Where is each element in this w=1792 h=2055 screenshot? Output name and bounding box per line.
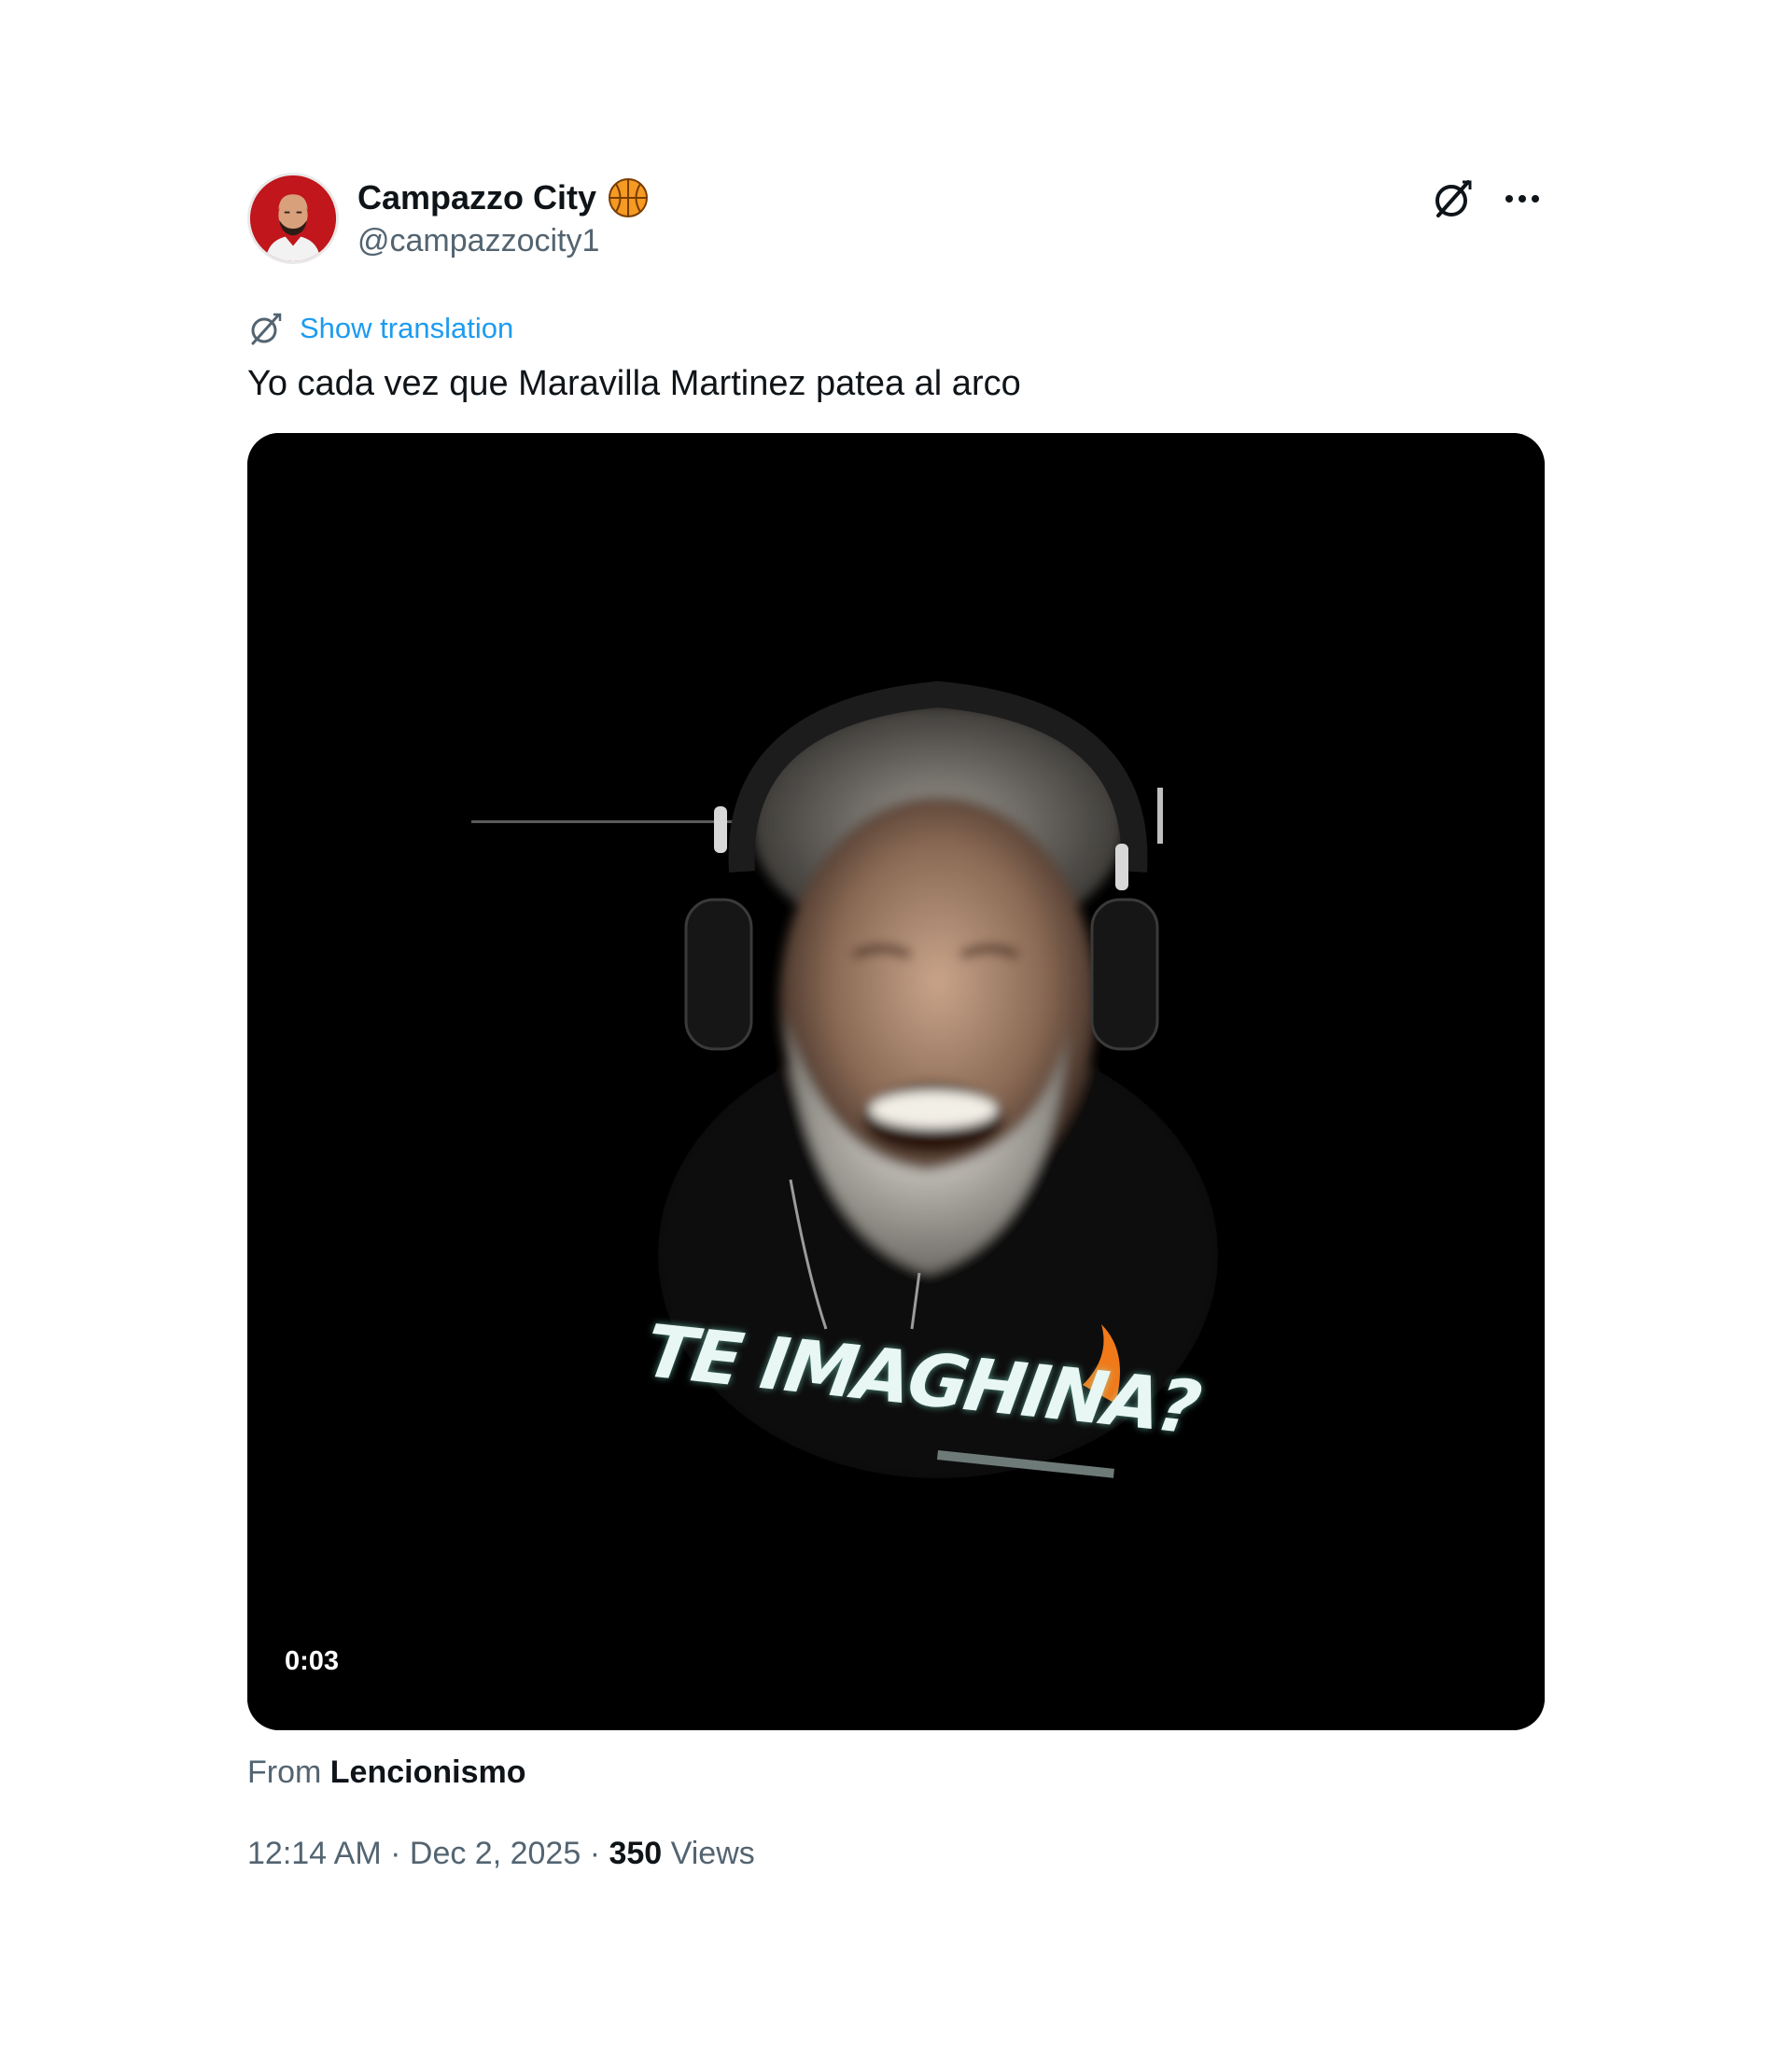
show-translation-button[interactable]: Show translation — [247, 308, 1545, 349]
meta-separator: · — [589, 1836, 601, 1871]
basketball-icon — [608, 177, 649, 218]
media-source: From Lencionismo — [247, 1754, 1545, 1791]
tweet: Campazzo City @campazzocity1 Show transl… — [247, 173, 1545, 1872]
avatar[interactable] — [247, 173, 339, 264]
more-icon[interactable] — [1500, 176, 1545, 221]
tweet-meta: 12:14 AM · Dec 2, 2025 · 350 Views — [247, 1836, 1545, 1872]
video-duration: 0:03 — [285, 1646, 340, 1676]
tweet-date[interactable]: Dec 2, 2025 — [410, 1836, 581, 1871]
avatar-image — [250, 175, 336, 261]
author-names: Campazzo City @campazzocity1 — [357, 176, 649, 259]
video-player[interactable]: TE IMAGHINA? 0:03 — [247, 433, 1545, 1730]
display-name-row: Campazzo City — [357, 176, 649, 219]
views-count: 350 — [609, 1836, 663, 1871]
video-frame — [247, 433, 1545, 1730]
source-account-link[interactable]: Lencionismo — [330, 1754, 526, 1790]
tweet-header: Campazzo City @campazzocity1 — [247, 173, 1545, 266]
from-prefix: From — [247, 1754, 322, 1790]
author-handle[interactable]: @campazzocity1 — [357, 223, 649, 259]
meta-separator: · — [390, 1836, 401, 1871]
header-actions — [1431, 176, 1545, 221]
views-label: Views — [670, 1836, 755, 1871]
tweet-text: Yo cada vez que Maravilla Martinez patea… — [247, 364, 1021, 403]
show-translation-label: Show translation — [300, 312, 514, 344]
grok-icon[interactable] — [1431, 176, 1476, 221]
tweet-time[interactable]: 12:14 AM — [247, 1836, 382, 1871]
display-name[interactable]: Campazzo City — [357, 178, 596, 217]
grok-translate-icon — [247, 310, 285, 347]
